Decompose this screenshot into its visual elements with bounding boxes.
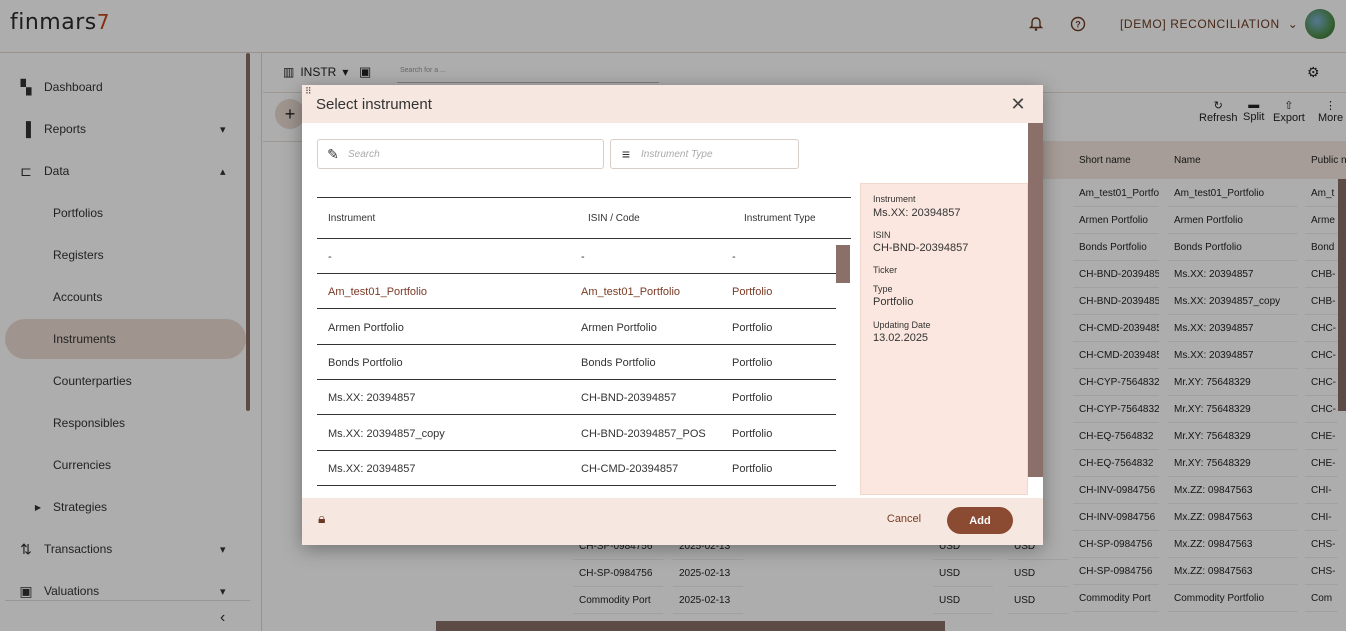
instrument-detail-panel: Instrument Ms.XX: 20394857 ISIN CH-BND-2…	[860, 183, 1028, 495]
close-icon[interactable]: ✕	[1008, 94, 1028, 115]
column-header-isin[interactable]: ISIN / Code	[588, 213, 640, 224]
cell-instrument: Ms.XX: 20394857_copy	[328, 427, 445, 440]
detail-type-value: Portfolio	[873, 296, 914, 308]
menu-icon: ≡	[621, 146, 631, 162]
cell-type: Portfolio	[732, 286, 773, 299]
dialog-scrollbar[interactable]	[1028, 123, 1043, 477]
detail-type-label: Type	[873, 284, 893, 294]
add-button[interactable]: Add	[947, 507, 1013, 534]
detail-date-label: Updating Date	[873, 320, 931, 330]
cell-isin: Am_test01_Portfolio	[581, 286, 681, 299]
column-header-instrument[interactable]: Instrument	[328, 213, 375, 224]
cell-instrument: Armen Portfolio	[328, 321, 404, 334]
grid-row[interactable]: Ms.XX: 20394857 CH-CMD-20394857 Portfolio	[317, 451, 836, 486]
grid-row[interactable]: Armen Portfolio Armen Portfolio Portfolio	[317, 310, 836, 345]
lock-icon[interactable]: 🔒︎	[318, 510, 325, 527]
grid-header: Instrument ISIN / Code Instrument Type	[317, 197, 851, 239]
grid-row[interactable]: Ms.XX: 20394857CH-CMD-20394857_POSPortfo…	[317, 486, 836, 497]
grid-row[interactable]: ---	[317, 239, 836, 274]
grid-row[interactable]: Ms.XX: 20394857 CH-BND-20394857 Portfolio	[317, 380, 836, 416]
cell-instrument: Ms.XX: 20394857	[328, 462, 416, 475]
detail-date-value: 13.02.2025	[873, 332, 929, 344]
search-placeholder: Search	[348, 148, 380, 160]
grid-row[interactable]: Bonds Portfolio Bonds Portfolio Portfolio	[317, 345, 836, 380]
cell-isin: Armen Portfolio	[581, 321, 657, 334]
instrument-grid: Instrument ISIN / Code Instrument Type -…	[317, 197, 851, 497]
pencil-icon: ✎	[327, 145, 339, 162]
cell-type: Portfolio	[732, 427, 773, 440]
cell-isin: CH-CMD-20394857	[581, 462, 679, 475]
cancel-button[interactable]: Cancel	[882, 513, 926, 525]
cell-isin: -	[581, 251, 585, 263]
detail-isin-value: CH-BND-20394857	[873, 242, 969, 254]
grid-row[interactable]: Am_test01_Portfolio Am_test01_Portfolio Po…	[317, 274, 836, 310]
grid-scrollbar[interactable]	[836, 245, 850, 283]
column-header-type[interactable]: Instrument Type	[744, 213, 816, 224]
cell-isin: CH-BND-20394857	[581, 392, 677, 405]
detail-isin-label: ISIN	[873, 230, 891, 240]
drag-handle-icon[interactable]: ⠿	[305, 87, 312, 96]
cell-instrument: Bonds Portfolio	[328, 356, 403, 369]
cell-type: Portfolio	[732, 462, 773, 475]
cell-instrument: -	[328, 251, 332, 263]
cell-instrument: Ms.XX: 20394857	[328, 392, 416, 405]
cell-isin: CH-BND-20394857_POS	[581, 427, 706, 440]
dialog-title: Select instrument	[316, 96, 432, 113]
grid-row[interactable]: Ms.XX: 20394857_copy CH-BND-20394857_POS P…	[317, 416, 836, 451]
dialog-footer: 🔒︎ Cancel Add	[302, 498, 1043, 545]
instrument-type-field[interactable]: ≡ Instrument Type	[610, 139, 799, 169]
cell-type: -	[732, 251, 736, 263]
cell-type: Portfolio	[732, 392, 773, 405]
select-instrument-dialog: ⠿ Select instrument ✕ ✎ Search ≡ Instrum…	[302, 85, 1043, 545]
cell-type: Portfolio	[732, 321, 773, 334]
search-field[interactable]: ✎ Search	[317, 139, 604, 169]
dialog-header: ⠿ Select instrument ✕	[302, 85, 1043, 123]
cell-instrument: Am_test01_Portfolio	[328, 286, 428, 299]
detail-instrument-label: Instrument	[873, 194, 916, 204]
instrument-type-placeholder: Instrument Type	[641, 148, 713, 160]
cell-type: Portfolio	[732, 356, 773, 369]
detail-instrument-value: Ms.XX: 20394857	[873, 207, 961, 219]
detail-ticker-label: Ticker	[873, 265, 898, 275]
cell-isin: Bonds Portfolio	[581, 356, 656, 369]
